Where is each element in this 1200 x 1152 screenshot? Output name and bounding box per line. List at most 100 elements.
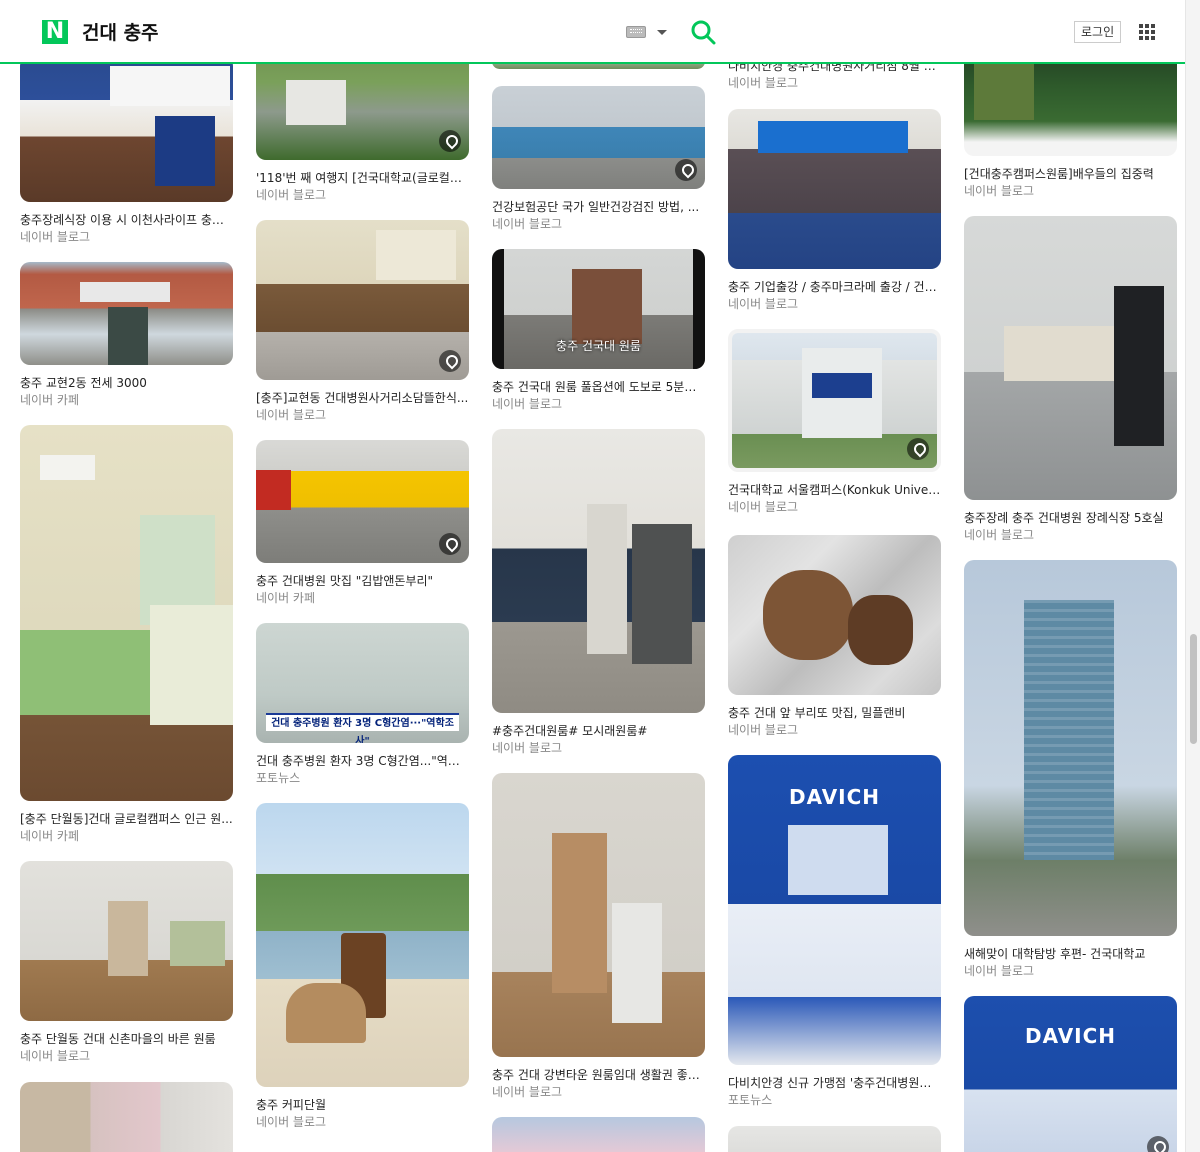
result-title[interactable]: 건국대학교 서울캠퍼스(Konkuk Univer...: [728, 482, 941, 498]
result-source[interactable]: 네이버 카페: [20, 393, 233, 408]
result-source[interactable]: 네이버 블로그: [964, 964, 1177, 979]
result-title[interactable]: 충주 건대병원 맛집 "김밥앤돈부리": [256, 573, 469, 589]
result-card[interactable]: [728, 1126, 941, 1152]
result-title[interactable]: 충주 단월동 건대 신촌마을의 바른 원룸: [20, 1031, 233, 1047]
result-thumbnail[interactable]: 건대 충주병원 환자 3명 C형간염···"역학조사": [256, 623, 469, 743]
result-title[interactable]: 충주 건대 앞 부리또 맛집, 밀플랜비: [728, 705, 941, 721]
result-source[interactable]: 네이버 블로그: [492, 741, 705, 756]
result-title[interactable]: [건대충주캠퍼스원룸]배우들의 집중력: [964, 166, 1177, 182]
apps-grid-icon[interactable]: [1139, 24, 1155, 40]
result-card[interactable]: [충주]교현동 건대병원사거리소담뜰한식... 네이버 블로그: [256, 220, 469, 423]
result-source[interactable]: 네이버 블로그: [20, 1049, 233, 1064]
result-thumbnail[interactable]: [20, 1082, 233, 1152]
result-title[interactable]: 충주 커피단월: [256, 1097, 469, 1113]
result-card[interactable]: [충주 단월동]건대 글로컬캠퍼스 인근 원... 네이버 카페: [20, 425, 233, 844]
result-source[interactable]: 네이버 블로그: [256, 188, 469, 203]
result-title[interactable]: 충주 기업출강 / 충주마크라메 출강 / 건대...: [728, 279, 941, 295]
result-thumbnail[interactable]: [20, 861, 233, 1021]
result-thumbnail[interactable]: 충주 건국대 원룸: [492, 249, 705, 369]
result-source[interactable]: 포토뉴스: [728, 1093, 941, 1108]
result-source[interactable]: 네이버 블로그: [492, 1085, 705, 1100]
result-thumbnail[interactable]: [492, 429, 705, 713]
result-source[interactable]: 네이버 블로그: [492, 397, 705, 412]
result-source[interactable]: 네이버 카페: [256, 591, 469, 606]
result-card[interactable]: 건대 충주병원 환자 3명 C형간염···"역학조사" 건대 충주병원 환자 3…: [256, 623, 469, 786]
result-source[interactable]: 네이버 블로그: [728, 500, 941, 515]
result-source[interactable]: 네이버 블로그: [964, 528, 1177, 543]
result-card[interactable]: DAVICH 다비치안경 신규 가맹점 '충주건대병원사... 포토뉴스: [728, 755, 941, 1108]
result-card[interactable]: 새해맞이 대학탐방 후편- 건국대학교 네이버 블로그: [964, 560, 1177, 979]
result-thumbnail[interactable]: [492, 773, 705, 1057]
brand-logo-text: DAVICH: [788, 785, 881, 809]
result-card[interactable]: 충주 건국대 원룸 충주 건국대 원룸 풀옵션에 도보로 5분거... 네이버 …: [492, 249, 705, 412]
result-card[interactable]: '118'번 째 여행지 [건국대학교(글로컬캠... 네이버 블로그: [256, 40, 469, 203]
result-thumbnail[interactable]: DAVICH: [964, 996, 1177, 1152]
result-source[interactable]: 네이버 블로그: [728, 297, 941, 312]
result-title[interactable]: 충주 건대 강변타운 원룸임대 생활권 좋아...: [492, 1067, 705, 1083]
result-thumbnail[interactable]: [256, 440, 469, 563]
scrollbar-thumb[interactable]: [1190, 634, 1197, 744]
result-thumbnail[interactable]: [728, 109, 941, 269]
result-card[interactable]: [492, 1117, 705, 1152]
result-title[interactable]: 새해맞이 대학탐방 후편- 건국대학교: [964, 946, 1177, 962]
result-thumbnail[interactable]: [964, 560, 1177, 936]
result-card[interactable]: 충주 교현2동 전세 3000 네이버 카페: [20, 262, 233, 408]
result-source[interactable]: 네이버 블로그: [256, 1115, 469, 1130]
result-title[interactable]: [충주]교현동 건대병원사거리소담뜰한식...: [256, 390, 469, 406]
result-title[interactable]: 다비치안경 신규 가맹점 '충주건대병원사...: [728, 1075, 941, 1091]
result-source[interactable]: 포토뉴스: [256, 771, 469, 786]
login-button[interactable]: 로그인: [1074, 21, 1122, 43]
result-title[interactable]: 건강보험공단 국가 일반건강검진 방법, ...: [492, 199, 705, 215]
result-card[interactable]: 충주 건대 앞 부리또 맛집, 밀플랜비 네이버 블로그: [728, 535, 941, 738]
scrollbar[interactable]: [1185, 0, 1200, 1152]
result-title[interactable]: #충주건대원룸# 모시래원룸#: [492, 723, 705, 739]
search-icon[interactable]: [690, 19, 716, 45]
keyboard-icon[interactable]: [626, 26, 646, 38]
result-card[interactable]: [20, 1082, 233, 1152]
result-card[interactable]: DAVICH: [964, 996, 1177, 1152]
result-title[interactable]: '118'번 째 여행지 [건국대학교(글로컬캠...: [256, 170, 469, 186]
result-thumbnail[interactable]: [20, 262, 233, 365]
result-source[interactable]: 네이버 블로그: [728, 723, 941, 738]
result-source[interactable]: 네이버 블로그: [492, 217, 705, 232]
result-thumbnail[interactable]: [20, 56, 233, 202]
result-source[interactable]: 네이버 블로그: [964, 184, 1177, 199]
result-title[interactable]: 건대 충주병원 환자 3명 C형간염..."역학...: [256, 753, 469, 769]
naver-logo[interactable]: N: [42, 20, 68, 44]
result-card[interactable]: 충주 커피단월 네이버 블로그: [256, 803, 469, 1130]
result-thumbnail[interactable]: [20, 425, 233, 801]
result-thumbnail[interactable]: [256, 803, 469, 1087]
result-card[interactable]: #충주건대원룸# 모시래원룸# 네이버 블로그: [492, 429, 705, 756]
news-caption: 건대 충주병원 환자 3명 C형간염···"역학조사": [266, 713, 459, 743]
result-source[interactable]: 네이버 블로그: [728, 76, 941, 91]
result-thumbnail[interactable]: [256, 220, 469, 380]
chevron-down-icon[interactable]: [657, 30, 667, 35]
result-card[interactable]: 충주 기업출강 / 충주마크라메 출강 / 건대... 네이버 블로그: [728, 109, 941, 312]
result-source[interactable]: 네이버 블로그: [256, 408, 469, 423]
location-pin-icon: [675, 159, 697, 181]
search-input[interactable]: 건대 충주: [82, 18, 159, 45]
result-thumbnail[interactable]: [728, 1126, 941, 1152]
result-thumbnail[interactable]: [728, 535, 941, 695]
result-thumbnail[interactable]: [492, 86, 705, 189]
result-thumbnail[interactable]: [492, 1117, 705, 1152]
result-title[interactable]: 충주장례 충주 건대병원 장례식장 5호실: [964, 510, 1177, 526]
result-card[interactable]: 건강보험공단 국가 일반건강검진 방법, ... 네이버 블로그: [492, 86, 705, 232]
result-card[interactable]: 충주 단월동 건대 신촌마을의 바른 원룸 네이버 블로그: [20, 861, 233, 1064]
result-thumbnail[interactable]: DAVICH: [728, 755, 941, 1065]
result-source[interactable]: 네이버 블로그: [20, 230, 233, 245]
result-card[interactable]: 충주 건대병원 맛집 "김밥앤돈부리" 네이버 카페: [256, 440, 469, 606]
result-card[interactable]: 충주 건대 강변타운 원룸임대 생활권 좋아... 네이버 블로그: [492, 773, 705, 1100]
result-title[interactable]: 충주장례식장 이용 시 이천사라이프 충주...: [20, 212, 233, 228]
result-card[interactable]: 충주장례식장 이용 시 이천사라이프 충주... 네이버 블로그: [20, 56, 233, 245]
location-pin-icon: [907, 438, 929, 460]
result-thumbnail[interactable]: [964, 216, 1177, 500]
result-title[interactable]: 충주 교현2동 전세 3000: [20, 375, 233, 391]
result-source[interactable]: 네이버 카페: [20, 829, 233, 844]
result-thumbnail[interactable]: [728, 329, 941, 472]
result-title[interactable]: 충주 건국대 원룸 풀옵션에 도보로 5분거...: [492, 379, 705, 395]
result-title[interactable]: [충주 단월동]건대 글로컬캠퍼스 인근 원...: [20, 811, 233, 827]
image-overlay-text: 충주 건국대 원룸: [556, 339, 641, 353]
result-card[interactable]: 충주장례 충주 건대병원 장례식장 5호실 네이버 블로그: [964, 216, 1177, 543]
result-card[interactable]: 건국대학교 서울캠퍼스(Konkuk Univer... 네이버 블로그: [728, 329, 941, 515]
